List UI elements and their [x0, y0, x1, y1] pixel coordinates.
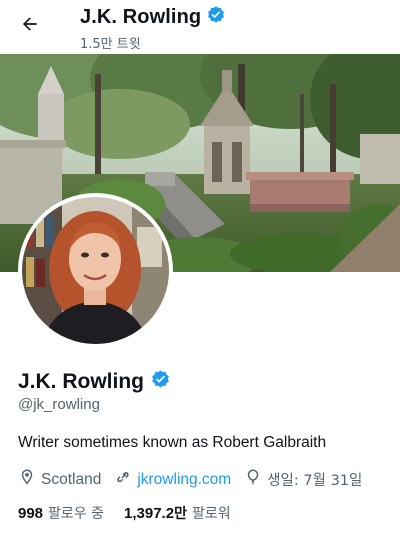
following-label: 팔로우 중	[48, 506, 105, 522]
arrow-left-icon	[20, 14, 40, 39]
verified-badge-icon	[206, 5, 226, 30]
location-text: Scotland	[41, 470, 102, 488]
profile-name-row: J.K. Rowling	[18, 369, 171, 395]
profile-name: J.K. Rowling	[18, 370, 144, 393]
link-icon	[114, 468, 132, 491]
verified-badge-icon	[150, 369, 171, 395]
location-item: Scotland	[18, 468, 101, 491]
website-item[interactable]: jkrowling.com	[114, 468, 231, 491]
profile-header: J.K. Rowling 1.5만 트윗	[0, 0, 400, 54]
avatar-photo	[22, 197, 169, 344]
followers-count: 1,397.2	[124, 504, 175, 522]
balloon-icon	[244, 468, 262, 491]
tweet-count: 1.5만 트윗	[80, 37, 141, 52]
profile-handle: @jk_rowling	[18, 396, 100, 413]
header-name: J.K. Rowling	[80, 6, 202, 28]
following-link[interactable]: 998 팔로우 중	[18, 503, 104, 523]
website-link[interactable]: jkrowling.com	[137, 471, 231, 489]
header-title: J.K. Rowling	[80, 5, 226, 30]
profile-bio: Writer sometimes known as Robert Galbrai…	[18, 434, 327, 451]
follow-stats: 998 팔로우 중 1,397.2 만 팔로워	[18, 503, 251, 523]
following-count: 998	[18, 504, 44, 522]
profile-avatar[interactable]	[18, 193, 173, 348]
location-pin-icon	[18, 468, 36, 491]
profile-meta: Scotland jkrowling.com 생일: 7월 31일	[18, 468, 362, 491]
birthday-item: 생일: 7월 31일	[244, 468, 362, 491]
birthday-text: 생일: 7월 31일	[267, 473, 363, 489]
back-button[interactable]	[14, 10, 46, 42]
followers-unit: 만	[174, 506, 187, 522]
followers-link[interactable]: 1,397.2 만 팔로워	[124, 503, 231, 523]
followers-label: 팔로워	[191, 506, 231, 522]
